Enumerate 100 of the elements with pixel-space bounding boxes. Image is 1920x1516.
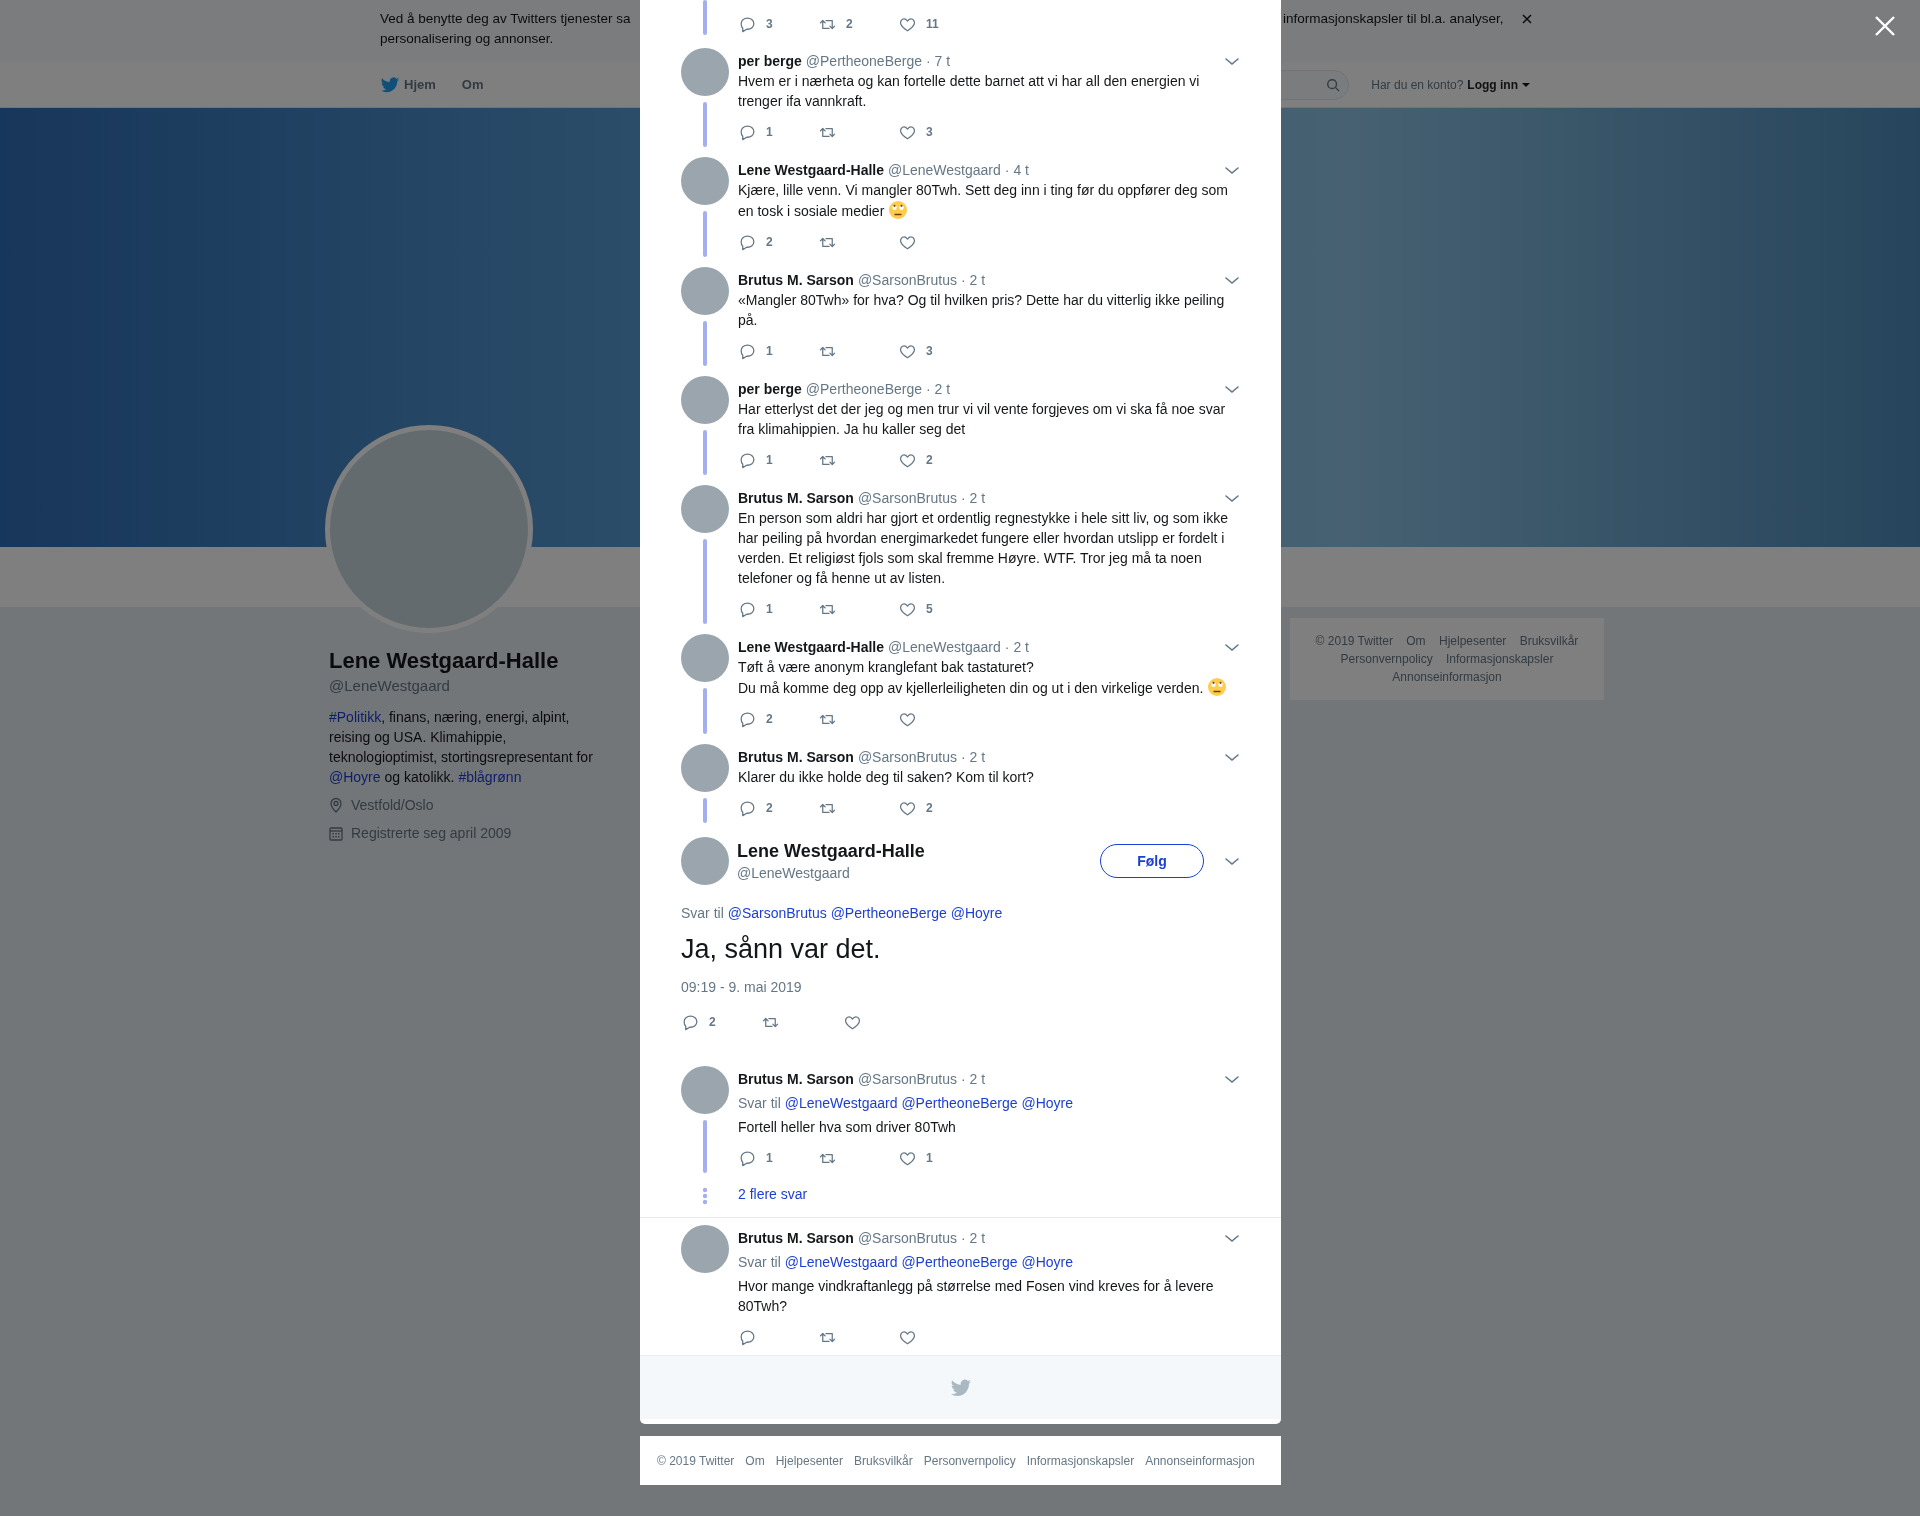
like-button[interactable]: 2	[898, 450, 978, 470]
mention-link[interactable]: @Hoyre	[1021, 1254, 1074, 1270]
close-icon[interactable]	[1521, 13, 1533, 25]
mention-link[interactable]: @PertheoneBerge	[901, 1254, 1018, 1270]
reply-button[interactable]: 2	[681, 1012, 761, 1032]
reply-button[interactable]: 1	[738, 450, 818, 470]
footer-link[interactable]: Annonseinformasjon	[1392, 670, 1502, 684]
avatar-photo[interactable]	[681, 837, 729, 885]
like-button[interactable]: 3	[898, 122, 978, 142]
copyright-notice: © 2019 Twitter	[1315, 634, 1393, 648]
tweet-handle: @LeneWestgaard	[737, 863, 851, 883]
retweet-button[interactable]: 2	[818, 14, 898, 34]
tweet-handle: @SarsonBrutus	[857, 270, 957, 290]
chevron-down-icon[interactable]	[1224, 751, 1240, 763]
mention-link[interactable]: @Hoyre	[950, 905, 1003, 921]
avatar-photo[interactable]	[681, 1066, 729, 1114]
tweet-text: Hvor mange vindkraftanlegg på størrelse med Fosen vind kreves for å levere 80Twh?	[738, 1277, 1215, 1316]
reply-to-line: Svar til @LeneWestgaard @PertheoneBerge @Hoyre	[738, 1094, 1075, 1113]
footer-link[interactable]: Informasjonskapsler	[1026, 1451, 1135, 1470]
location-pin-icon	[329, 797, 343, 813]
nav-link[interactable]: Hjem	[380, 74, 436, 95]
calendar-icon	[329, 825, 343, 841]
search-icon	[1326, 77, 1341, 92]
avatar-photo[interactable]	[681, 376, 729, 424]
footer-link[interactable]: Hjelpesenter	[775, 1451, 844, 1470]
reply-button[interactable]: 1	[738, 341, 818, 361]
avatar-photo[interactable]	[681, 1225, 729, 1273]
footer-link[interactable]: Om	[1406, 634, 1426, 648]
tweet-text: Hvem er i nærheta og kan fortelle dette barnet att vi har all den energien vi trenger ifa vannkraft.	[738, 72, 1201, 111]
avatar-photo[interactable]	[681, 485, 729, 533]
like-button[interactable]: 5	[898, 599, 978, 619]
tweet-time: · 2 t	[926, 379, 951, 399]
chevron-down-icon[interactable]	[1224, 641, 1240, 653]
footer-link[interactable]: Om	[745, 1451, 765, 1470]
reply-button[interactable]: 3	[738, 14, 818, 34]
tweet-author: Brutus M. Sarson	[738, 270, 854, 290]
footer-link[interactable]: Informasjonskapsler	[1446, 652, 1554, 666]
chevron-down-icon[interactable]	[1224, 1073, 1240, 1085]
like-button[interactable]: 3	[898, 341, 978, 361]
reply-button[interactable]: 1	[738, 122, 818, 142]
chevron-down-icon[interactable]	[1224, 1232, 1240, 1244]
tweet-author: Brutus M. Sarson	[738, 747, 854, 767]
avatar-photo[interactable]	[681, 48, 729, 96]
avatar-photo[interactable]	[681, 267, 729, 315]
mention-link[interactable]: @PertheoneBerge	[901, 1095, 1018, 1111]
hashtag-link[interactable]: #blågrønn	[458, 769, 522, 785]
avatar-photo[interactable]	[681, 157, 729, 205]
tweet-time: · 2 t	[960, 747, 986, 767]
tweet-author: Brutus M. Sarson	[738, 1228, 854, 1248]
tweet-time: · 2 t	[960, 488, 986, 508]
profile-bio: #Politikk, finans, næring, energi, alpint, reising og USA. Klimahippie, teknologioptimist, stortingsrepresentant for @Hoyre og katolikk. #blågrønn	[329, 708, 594, 787]
follow-button[interactable]: Følg	[1100, 844, 1204, 878]
reply-button[interactable]: 2	[738, 232, 818, 252]
avatar-photo[interactable]	[681, 744, 729, 792]
tweet-handle: @SarsonBrutus	[857, 1069, 957, 1089]
footer-link[interactable]: Personvernpolicy	[1340, 652, 1433, 666]
reply-button[interactable]: 2	[738, 798, 818, 818]
tweet-handle: @SarsonBrutus	[857, 747, 957, 767]
reply-button[interactable]: 2	[738, 709, 818, 729]
tweet-author: Brutus M. Sarson	[738, 1069, 854, 1089]
avatar-photo[interactable]	[681, 634, 729, 682]
tweet-handle: @SarsonBrutus	[857, 488, 957, 508]
mention-link[interactable]: @Hoyre	[1021, 1095, 1074, 1111]
like-button[interactable]: 1	[898, 1148, 978, 1168]
chevron-down-icon[interactable]	[1224, 492, 1240, 504]
chevron-down-icon[interactable]	[1224, 55, 1240, 67]
chevron-down-icon[interactable]	[1224, 274, 1240, 286]
chevron-down-icon[interactable]	[1224, 383, 1240, 395]
footer-link[interactable]: Bruksvilkår	[1519, 634, 1579, 648]
footer-link[interactable]: Hjelpesenter	[1438, 634, 1507, 648]
chevron-down-icon[interactable]	[1224, 164, 1240, 176]
nav-link[interactable]: Om	[461, 74, 484, 95]
tweet-author: per berge	[738, 51, 802, 71]
tweet-text: Klarer du ikke holde deg til saken? Kom til kort?	[738, 768, 1035, 787]
tweet-time: · 4 t	[1004, 160, 1029, 180]
mention-link[interactable]: @SarsonBrutus	[727, 905, 827, 921]
tweet-time: · 2 t	[960, 1228, 986, 1248]
tweet-author: Lene Westgaard-Halle	[737, 839, 926, 863]
more-replies-link[interactable]: 2 flere svar	[738, 1183, 808, 1205]
account-prompt: Har du en konto?	[1371, 76, 1464, 94]
tweet-handle: @SarsonBrutus	[857, 1228, 957, 1248]
chevron-down-icon[interactable]	[1224, 855, 1240, 867]
tweet-timestamp: 09:19 - 9. mai 2019	[681, 978, 803, 997]
footer-link[interactable]: Annonseinformasjon	[1145, 1451, 1255, 1470]
like-button[interactable]: 2	[898, 798, 978, 818]
vertical-dots-icon	[702, 1187, 708, 1205]
mention-link[interactable]: @Hoyre	[329, 769, 381, 785]
tweet-handle: @PertheoneBerge	[805, 51, 922, 71]
tweet-author: Brutus M. Sarson	[738, 488, 854, 508]
like-button[interactable]: 11	[898, 14, 978, 34]
tweet-text: Kjære, lille venn. Vi mangler 80Twh. Sett deg inn i ting før du oppfører deg som en tosk i sosiale medier	[738, 181, 1229, 221]
footer-link[interactable]: Bruksvilkår	[854, 1451, 913, 1470]
footer-link[interactable]: Personvernpolicy	[923, 1451, 1016, 1470]
reply-button[interactable]: 1	[738, 599, 818, 619]
reply-button[interactable]: 1	[738, 1148, 818, 1168]
mention-link[interactable]: @LeneWestgaard	[784, 1254, 898, 1270]
mention-link[interactable]: @PertheoneBerge	[830, 905, 947, 921]
mention-link[interactable]: @LeneWestgaard	[784, 1095, 898, 1111]
login-link[interactable]: Logg inn	[1467, 75, 1530, 94]
tweet-time: · 2 t	[1004, 637, 1029, 657]
